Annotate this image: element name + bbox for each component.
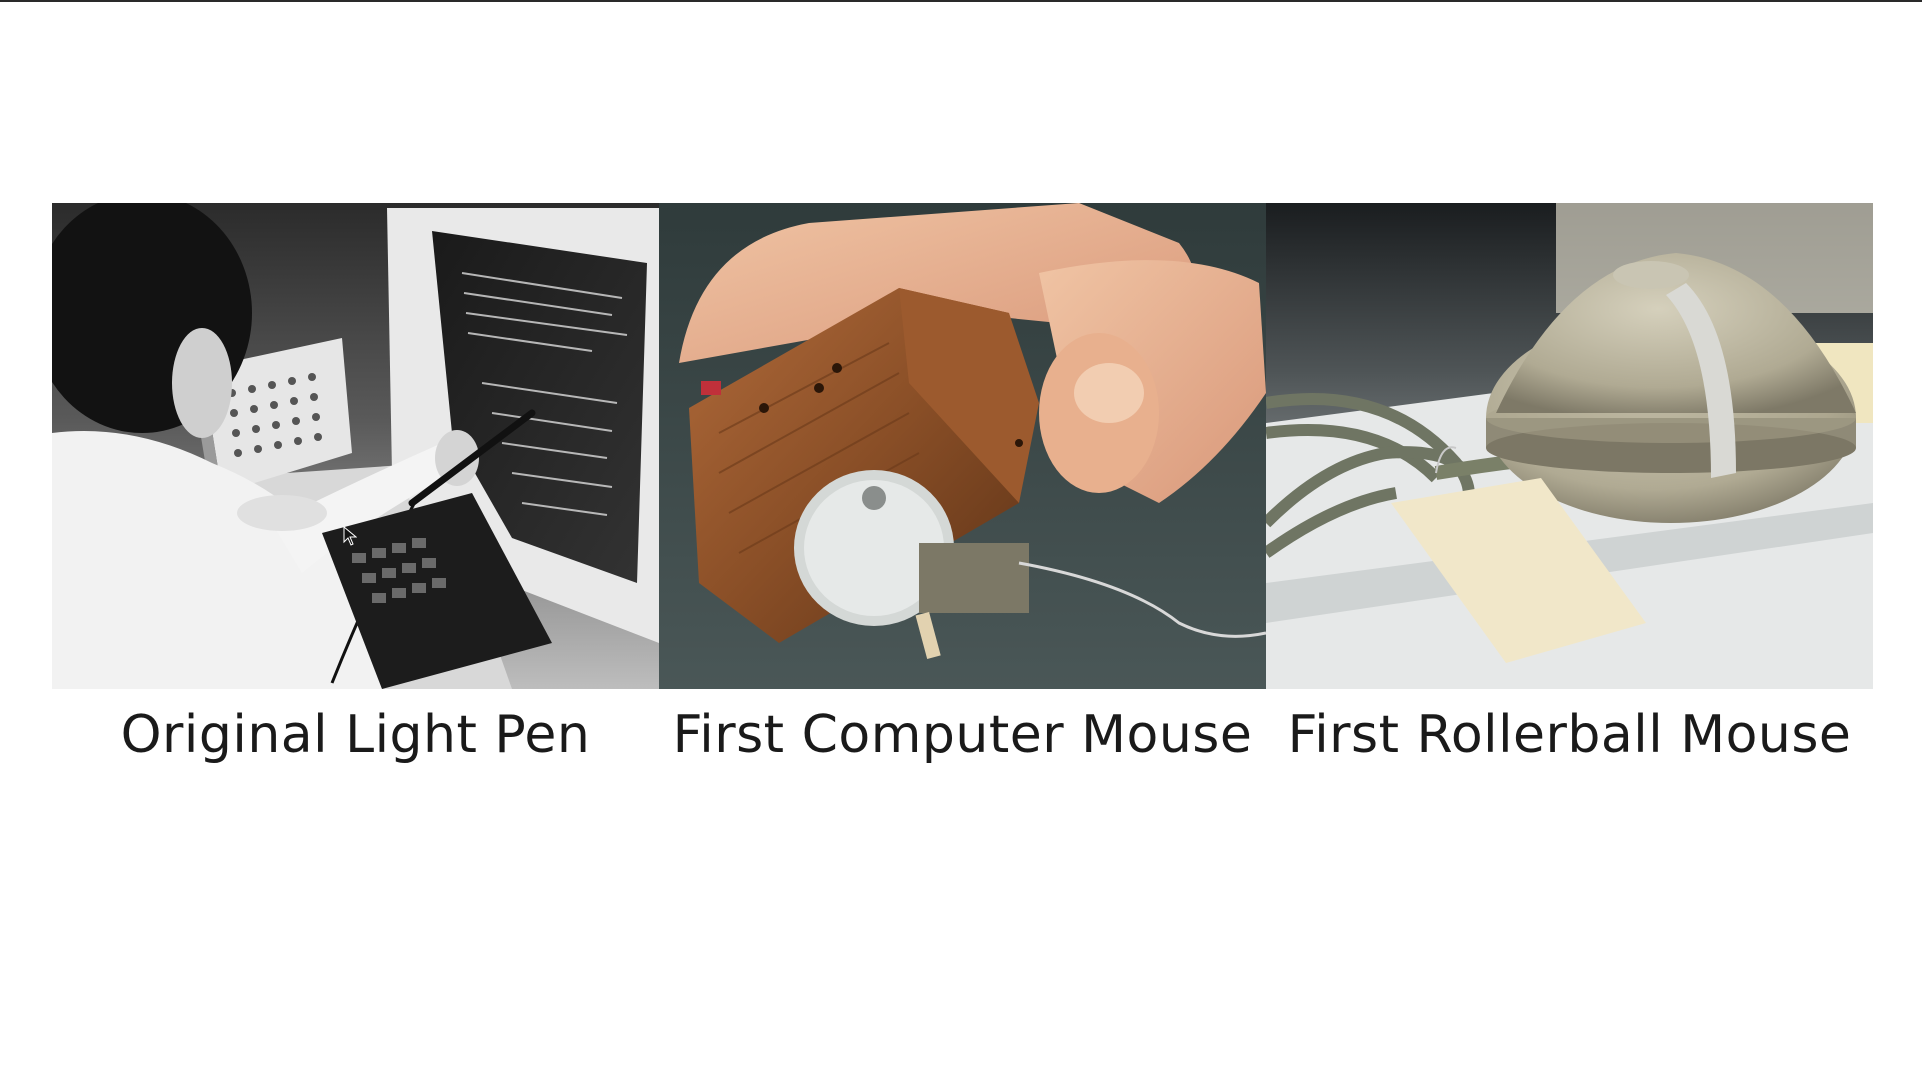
rollerball-mouse-image	[1266, 203, 1873, 689]
light-pen-image	[52, 203, 659, 689]
image-row	[52, 203, 1875, 689]
wooden-mouse-image	[659, 203, 1266, 689]
caption-first-mouse: First Computer Mouse	[672, 705, 1253, 765]
caption-rollerball-mouse: First Rollerball Mouse	[1287, 705, 1852, 765]
presentation-slide: Original Light Pen First Computer Mouse …	[0, 0, 1922, 1082]
top-border	[0, 0, 1922, 2]
caption-light-pen: Original Light Pen	[120, 705, 591, 765]
mouse-pointer-icon	[343, 526, 357, 546]
caption-row: Original Light Pen First Computer Mouse …	[52, 700, 1875, 770]
